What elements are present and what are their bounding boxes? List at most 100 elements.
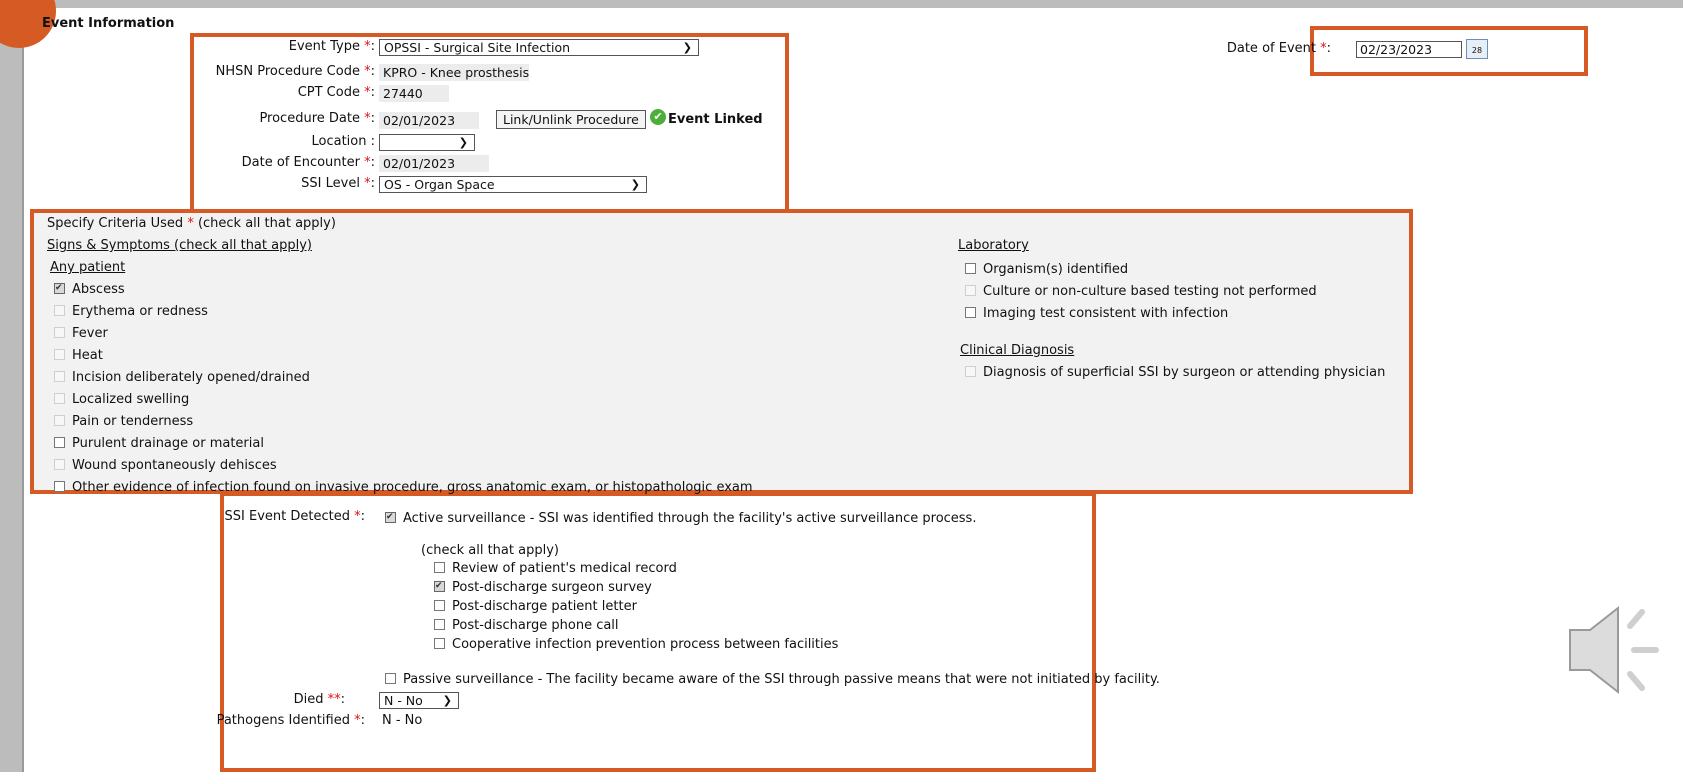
detection-method-option[interactable]: Post-discharge surgeon survey xyxy=(434,580,652,595)
detection-method-option[interactable]: Cooperative infection prevention process… xyxy=(434,637,838,652)
sign-option: Pain or tenderness xyxy=(54,414,193,429)
sign-checkbox xyxy=(54,327,65,338)
passive-surveillance-option[interactable]: Passive surveillance - The facility beca… xyxy=(385,672,1160,687)
date-of-encounter-value: 02/01/2023 xyxy=(379,155,489,172)
check-circle-icon: ✔ xyxy=(650,109,666,125)
lab-checkbox[interactable] xyxy=(965,307,976,318)
clinical-option: Diagnosis of superficial SSI by surgeon … xyxy=(965,365,1385,380)
lab-label: Organism(s) identified xyxy=(983,262,1129,277)
active-surveillance-option[interactable]: Active surveillance - SSI was identified… xyxy=(385,511,976,526)
section-title: Event Information xyxy=(42,16,175,31)
passive-surveillance-checkbox[interactable] xyxy=(385,673,396,684)
clinical-heading: Clinical Diagnosis xyxy=(960,343,1075,358)
sign-label: Heat xyxy=(72,348,103,363)
pathogens-label: Pathogens Identified *: xyxy=(216,713,365,728)
sign-checkbox xyxy=(54,393,65,404)
lab-option[interactable]: Organism(s) identified xyxy=(965,262,1128,277)
signs-heading: Signs & Symptoms (check all that apply) xyxy=(47,238,312,253)
event-linked-status: Event Linked xyxy=(668,112,763,127)
sign-label: Incision deliberately opened/drained xyxy=(72,370,310,385)
any-patient-heading: Any patient xyxy=(50,260,126,275)
detection-method-label: Review of patient's medical record xyxy=(452,561,677,576)
speaker-icon[interactable] xyxy=(1564,600,1664,700)
procedure-code-value: KPRO - Knee prosthesis xyxy=(379,64,529,81)
sign-checkbox xyxy=(54,415,65,426)
sign-checkbox xyxy=(54,305,65,316)
detection-method-label: Cooperative infection prevention process… xyxy=(452,637,839,652)
chevron-down-icon: ❯ xyxy=(630,178,640,191)
detection-method-label: Post-discharge phone call xyxy=(452,618,619,633)
sign-label: Purulent drainage or material xyxy=(72,436,264,451)
detection-method-checkbox[interactable] xyxy=(434,619,445,630)
location-label: Location : xyxy=(311,134,376,149)
location-select[interactable]: ❯ xyxy=(379,134,475,151)
cpt-code-label: CPT Code *: xyxy=(297,85,375,100)
procedure-date-value: 02/01/2023 xyxy=(379,112,479,129)
date-of-event-label: Date of Event *: xyxy=(1226,41,1331,56)
passive-surveillance-label: Passive surveillance - The facility beca… xyxy=(403,672,1160,687)
sign-option[interactable]: Purulent drainage or material xyxy=(54,436,264,451)
ssi-detected-label: SSI Event Detected *: xyxy=(224,509,365,524)
lab-heading: Laboratory xyxy=(958,238,1029,253)
clinical-checkbox xyxy=(965,366,976,377)
sign-checkbox[interactable] xyxy=(54,283,65,294)
criteria-title: Specify Criteria Used * (check all that … xyxy=(47,216,336,231)
detection-method-option[interactable]: Review of patient's medical record xyxy=(434,561,677,576)
date-of-event-input[interactable]: 02/23/2023 xyxy=(1356,41,1462,58)
lab-option[interactable]: Imaging test consistent with infection xyxy=(965,306,1228,321)
detection-method-checkbox[interactable] xyxy=(434,638,445,649)
detection-method-label: Post-discharge patient letter xyxy=(452,599,637,614)
ssi-level-select[interactable]: OS - Organ Space ❯ xyxy=(379,176,647,193)
detection-method-option[interactable]: Post-discharge phone call xyxy=(434,618,619,633)
detection-method-checkbox[interactable] xyxy=(434,581,445,592)
died-select[interactable]: N - No ❯ xyxy=(379,692,459,709)
sign-checkbox[interactable] xyxy=(54,481,65,492)
sign-option[interactable]: Other evidence of infection found on inv… xyxy=(54,480,753,495)
sign-label: Erythema or redness xyxy=(72,304,208,319)
sign-checkbox xyxy=(54,371,65,382)
lab-label: Culture or non-culture based testing not… xyxy=(983,284,1317,299)
chevron-down-icon: ❯ xyxy=(458,136,468,149)
sign-checkbox xyxy=(54,459,65,470)
sign-option: Localized swelling xyxy=(54,392,189,407)
lab-option: Culture or non-culture based testing not… xyxy=(965,284,1317,299)
event-form-canvas: Event Information Event Type *: OPSSI - … xyxy=(0,0,1683,772)
event-type-select[interactable]: OPSSI - Surgical Site Infection ❯ xyxy=(379,39,699,56)
cpt-code-value: 27440 xyxy=(379,85,449,102)
detection-sub-note: (check all that apply) xyxy=(421,543,559,558)
chevron-down-icon: ❯ xyxy=(442,694,452,707)
sign-option: Heat xyxy=(54,348,103,363)
clinical-label: Diagnosis of superficial SSI by surgeon … xyxy=(983,365,1386,380)
date-of-encounter-label: Date of Encounter *: xyxy=(241,155,375,170)
lab-label: Imaging test consistent with infection xyxy=(983,306,1229,321)
sign-checkbox xyxy=(54,349,65,360)
sign-label: Abscess xyxy=(72,282,125,297)
detection-method-checkbox[interactable] xyxy=(434,600,445,611)
active-surveillance-label: Active surveillance - SSI was identified… xyxy=(403,511,977,526)
sign-label: Other evidence of infection found on inv… xyxy=(72,480,753,495)
sign-label: Pain or tenderness xyxy=(72,414,194,429)
lab-checkbox xyxy=(965,285,976,296)
lab-checkbox[interactable] xyxy=(965,263,976,274)
sign-checkbox[interactable] xyxy=(54,437,65,448)
sign-label: Wound spontaneously dehisces xyxy=(72,458,277,473)
calendar-icon[interactable]: 28 xyxy=(1466,39,1488,59)
sign-option: Fever xyxy=(54,326,108,341)
chevron-down-icon: ❯ xyxy=(682,41,692,54)
ssi-level-label: SSI Level *: xyxy=(301,176,375,191)
detection-method-option[interactable]: Post-discharge patient letter xyxy=(434,599,637,614)
active-surveillance-checkbox[interactable] xyxy=(385,512,396,523)
detection-box xyxy=(220,492,1096,772)
died-label: Died **: xyxy=(293,692,345,707)
sign-option[interactable]: Abscess xyxy=(54,282,125,297)
sign-option: Erythema or redness xyxy=(54,304,208,319)
detection-method-label: Post-discharge surgeon survey xyxy=(452,580,652,595)
link-unlink-procedure-button[interactable]: Link/Unlink Procedure xyxy=(496,110,646,129)
sign-option: Incision deliberately opened/drained xyxy=(54,370,310,385)
sign-label: Fever xyxy=(72,326,108,341)
detection-method-checkbox[interactable] xyxy=(434,562,445,573)
sign-option: Wound spontaneously dehisces xyxy=(54,458,277,473)
pathogens-value: N - No xyxy=(382,713,423,728)
sign-label: Localized swelling xyxy=(72,392,190,407)
event-type-label: Event Type *: xyxy=(288,39,375,54)
